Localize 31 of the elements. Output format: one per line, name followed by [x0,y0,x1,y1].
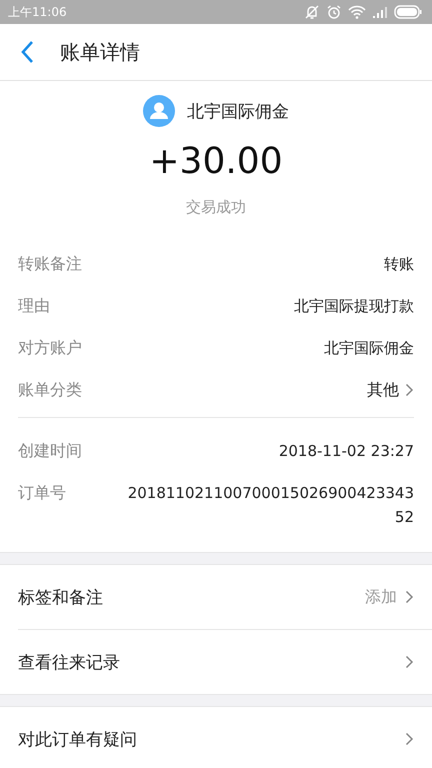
detail-link[interactable]: 其他 [367,378,414,402]
detail-label: 转账备注 [18,253,82,275]
detail-label: 对方账户 [18,337,82,359]
muted-bell-icon [304,4,320,20]
chevron-icon [405,590,414,604]
transaction-status: 交易成功 [186,198,246,217]
amount: +30.00 [149,141,283,182]
payee-name: 北宇国际佣金 [187,100,289,122]
avatar-icon [143,95,175,127]
wifi-icon [348,4,366,20]
chevron-icon [405,655,414,669]
detail-label: 订单号 [18,482,66,504]
detail-label: 理由 [18,295,50,317]
page-title: 账单详情 [60,38,140,66]
detail-label: 账单分类 [18,379,82,401]
alarm-icon [326,4,342,20]
detail-value: 北宇国际佣金 [324,338,414,359]
back-icon[interactable] [20,40,34,64]
detail-value: 北宇国际提现打款 [294,296,414,317]
detail-label: 创建时间 [18,440,82,462]
menu-item[interactable]: 查看往来记录 [18,630,432,694]
detail-value: 2018-11-02 23:27 [278,441,414,462]
detail-value: 20181102110070001502690042334352 [126,483,414,528]
signal-icon [372,5,388,19]
status-time: 上午11:06 [8,4,67,20]
menu-item[interactable]: 对此订单有疑问 [18,707,432,768]
detail-value: 转账 [384,254,414,275]
chevron-icon [405,732,414,746]
chevron-icon [405,383,414,397]
battery-icon [394,5,422,19]
menu-item[interactable]: 标签和备注 添加 [18,565,432,629]
